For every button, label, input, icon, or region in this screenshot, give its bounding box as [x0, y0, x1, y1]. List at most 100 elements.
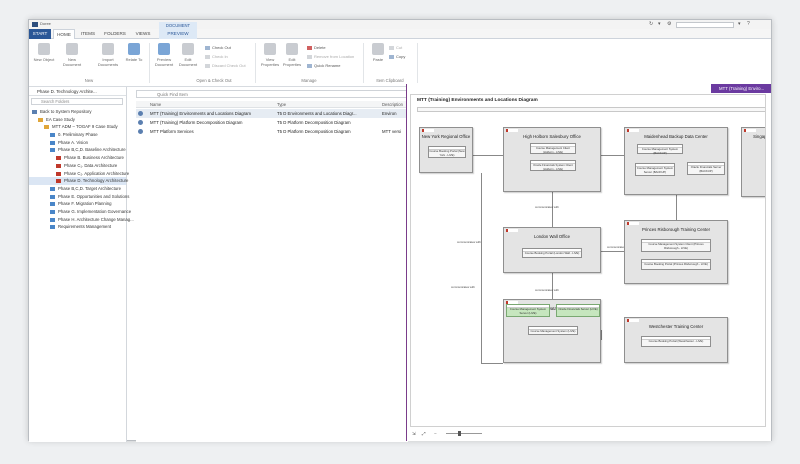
help-icon[interactable]: ? — [747, 21, 750, 27]
breadcrumb[interactable]: Phase D. Technology Archite... — [29, 87, 126, 96]
tab-views[interactable]: VIEWS — [131, 29, 155, 39]
location-node[interactable]: Princes Risborough Training Center Course… — [624, 220, 728, 284]
zoom-slider[interactable] — [446, 433, 482, 434]
edit-document-label: Edit Document — [178, 57, 198, 67]
check-in-label: Check In — [212, 54, 228, 59]
location-node[interactable]: High Holborn Salesbury Office Course Mana… — [503, 127, 601, 192]
diagram-canvas[interactable]: MTT (Training) Environments and Location… — [410, 94, 766, 427]
tree-item[interactable]: Phase E. Opportunities and Solutions — [29, 193, 130, 201]
row-name: MTT (Training) Environments and Location… — [150, 111, 252, 116]
tab-folders[interactable]: FOLDERS — [101, 29, 129, 39]
quick-rename-button[interactable]: Quick Rename — [307, 63, 340, 69]
expand-icon[interactable]: ⤢ — [422, 431, 426, 436]
tree-item[interactable]: MTT ADM – TOGAF 9 Case Study — [29, 123, 126, 131]
copy-button[interactable]: Copy — [389, 54, 405, 60]
table-row[interactable]: MTT Platform Services T5 D Platform Deco… — [136, 127, 408, 136]
table-row[interactable]: MTT (Training) Environments and Location… — [136, 109, 408, 118]
copy-icon — [389, 55, 394, 59]
zoom-out-icon[interactable]: − — [434, 431, 437, 436]
new-document-button[interactable]: New Document — [59, 43, 85, 75]
connector-line — [473, 155, 503, 156]
new-object-button[interactable]: New Object — [31, 43, 57, 75]
column-description[interactable]: Description — [382, 101, 403, 108]
tree-item[interactable]: Requirements Management — [29, 223, 126, 231]
deployed-component[interactable]: Course Management System Server (BACKUP) — [635, 163, 675, 176]
location-node[interactable]: London Wall Office Course Booking Portal … — [503, 227, 601, 273]
deployed-component[interactable]: Oracle Financials Server (LIVE) — [556, 304, 600, 317]
component-label: Course Management System Server (LIVE) — [509, 307, 547, 315]
remove-from-location-label: Remove from Location — [314, 54, 355, 59]
edit-properties-button[interactable]: Edit Properties — [279, 43, 305, 75]
tree-item[interactable]: Phase B,C,D. Baseline Architecture — [29, 146, 126, 154]
tab-items[interactable]: ITEMS — [77, 29, 99, 39]
deployed-component[interactable]: Oracle Financials System Client (Holborn… — [530, 160, 576, 171]
refresh-icon[interactable]: ↻ — [649, 21, 653, 27]
tree-item[interactable]: Back to System Repository — [29, 108, 126, 116]
quick-rename-icon — [307, 64, 312, 68]
tree-item[interactable]: Phase A. Vision — [29, 139, 126, 147]
tree-item[interactable]: Phase D. Technology Architecture — [29, 177, 128, 185]
import-documents-button[interactable]: Import Documents — [95, 43, 121, 75]
deployed-component[interactable]: Course Management System (LIVE) — [528, 326, 578, 335]
zoom-slider-handle[interactable] — [458, 431, 461, 436]
deployed-component[interactable]: Course Management System (BACKUP) — [637, 144, 683, 154]
deployed-component[interactable]: Course Management System Client (Princes… — [641, 239, 711, 252]
edit-document-button[interactable]: Edit Document — [175, 43, 201, 75]
deployed-component[interactable]: Course Booking Portal (Princes Risboroug… — [641, 259, 711, 270]
edit-document-icon — [182, 43, 194, 55]
tree-item[interactable]: Phase F. Migration Planning — [29, 200, 126, 208]
paste-button[interactable]: Paste — [365, 43, 391, 75]
column-name[interactable]: Name — [150, 101, 161, 108]
search-folders-input[interactable]: Search Folders — [31, 98, 123, 105]
cut-button[interactable]: Cut — [389, 45, 402, 51]
tree-item[interactable]: Phase H. Architecture Change Manag... — [29, 216, 134, 224]
dropdown-icon[interactable]: ▾ — [658, 21, 661, 27]
quick-find-input[interactable]: Quick Find Item — [136, 90, 408, 98]
tree-item[interactable]: Phase G. Implementation Governance — [29, 208, 131, 216]
fit-icon[interactable]: ⇲ — [412, 431, 416, 437]
location-node[interactable]: Westchester Training Center Course Bookin… — [624, 317, 728, 363]
location-node[interactable]: New York Regional Office Course Booking P… — [419, 127, 473, 173]
edit-properties-label: Edit Properties — [282, 57, 302, 67]
connector-line — [552, 192, 553, 227]
column-type[interactable]: Type — [277, 101, 286, 108]
preview-document-button[interactable]: Preview Document — [151, 43, 177, 75]
location-node[interactable]: Slough Data Center Course Management Syst… — [503, 299, 601, 363]
delete-button[interactable]: Delete — [307, 45, 326, 51]
tree-item[interactable]: Phase C₁. Data Architecture — [29, 162, 126, 170]
settings-icon[interactable]: ⚙ — [667, 21, 671, 27]
relate-to-button[interactable]: Relate To — [121, 43, 147, 75]
check-out-button[interactable]: Check Out — [205, 45, 231, 51]
deployed-component[interactable]: Course Management System Server (LIVE) — [506, 304, 550, 317]
tree-item[interactable]: Phase B,C,D. Target Architecture — [29, 185, 126, 193]
import-documents-label: Import Documents — [97, 57, 119, 67]
preview-tab[interactable]: MTT (Training) Enviro... — [711, 84, 771, 93]
tab-preview[interactable]: PREVIEW — [159, 29, 197, 39]
app-title: Doree — [40, 21, 51, 26]
deployed-component[interactable]: Oracle Financials Server (BACKUP) — [687, 162, 725, 175]
deployed-component[interactable]: Course Management Client (Holborn - LIVE… — [530, 143, 576, 154]
remove-from-location-button[interactable]: Remove from Location — [307, 54, 354, 60]
deployed-component[interactable]: Course Booking Portal (Westchester - LIV… — [641, 336, 711, 347]
location-name: Maidenhead Backup Data Center — [644, 134, 708, 139]
deployed-component[interactable]: Course Booking Portal (New York - LIVE) — [428, 146, 466, 158]
connector-line — [601, 251, 624, 252]
table-row[interactable]: MTT (Training) Platform Decomposition Di… — [136, 118, 408, 127]
deployed-component[interactable]: Course Booking Portal (London Wall - LIV… — [522, 248, 582, 258]
row-description: MTT versi — [382, 129, 402, 134]
location-node[interactable]: Maidenhead Backup Data Center Course Mana… — [624, 127, 728, 195]
tree-item[interactable]: 0. Preliminary Phase — [29, 131, 126, 139]
tree-item-label: Phase B,C,D. Baseline Architecture — [58, 147, 126, 153]
tree-item[interactable]: Phase C₂. Application Architecture — [29, 170, 129, 178]
tab-start[interactable]: START — [29, 29, 51, 39]
tree-item-label: Phase E. Opportunities and Solutions — [58, 193, 130, 199]
tree-item[interactable]: EA Case Study — [29, 116, 126, 124]
tree-item[interactable]: Phase B. Business Architecture — [29, 154, 126, 162]
location-flag-icon — [506, 129, 518, 132]
location-node[interactable]: Singapo — [741, 127, 765, 197]
paste-label: Paste — [372, 57, 384, 62]
search-dropdown-icon[interactable]: ▾ — [738, 21, 741, 27]
discard-check-out-button[interactable]: Discard Check Out — [205, 63, 246, 69]
top-search-input[interactable] — [676, 22, 734, 28]
check-in-button[interactable]: Check In — [205, 54, 228, 60]
